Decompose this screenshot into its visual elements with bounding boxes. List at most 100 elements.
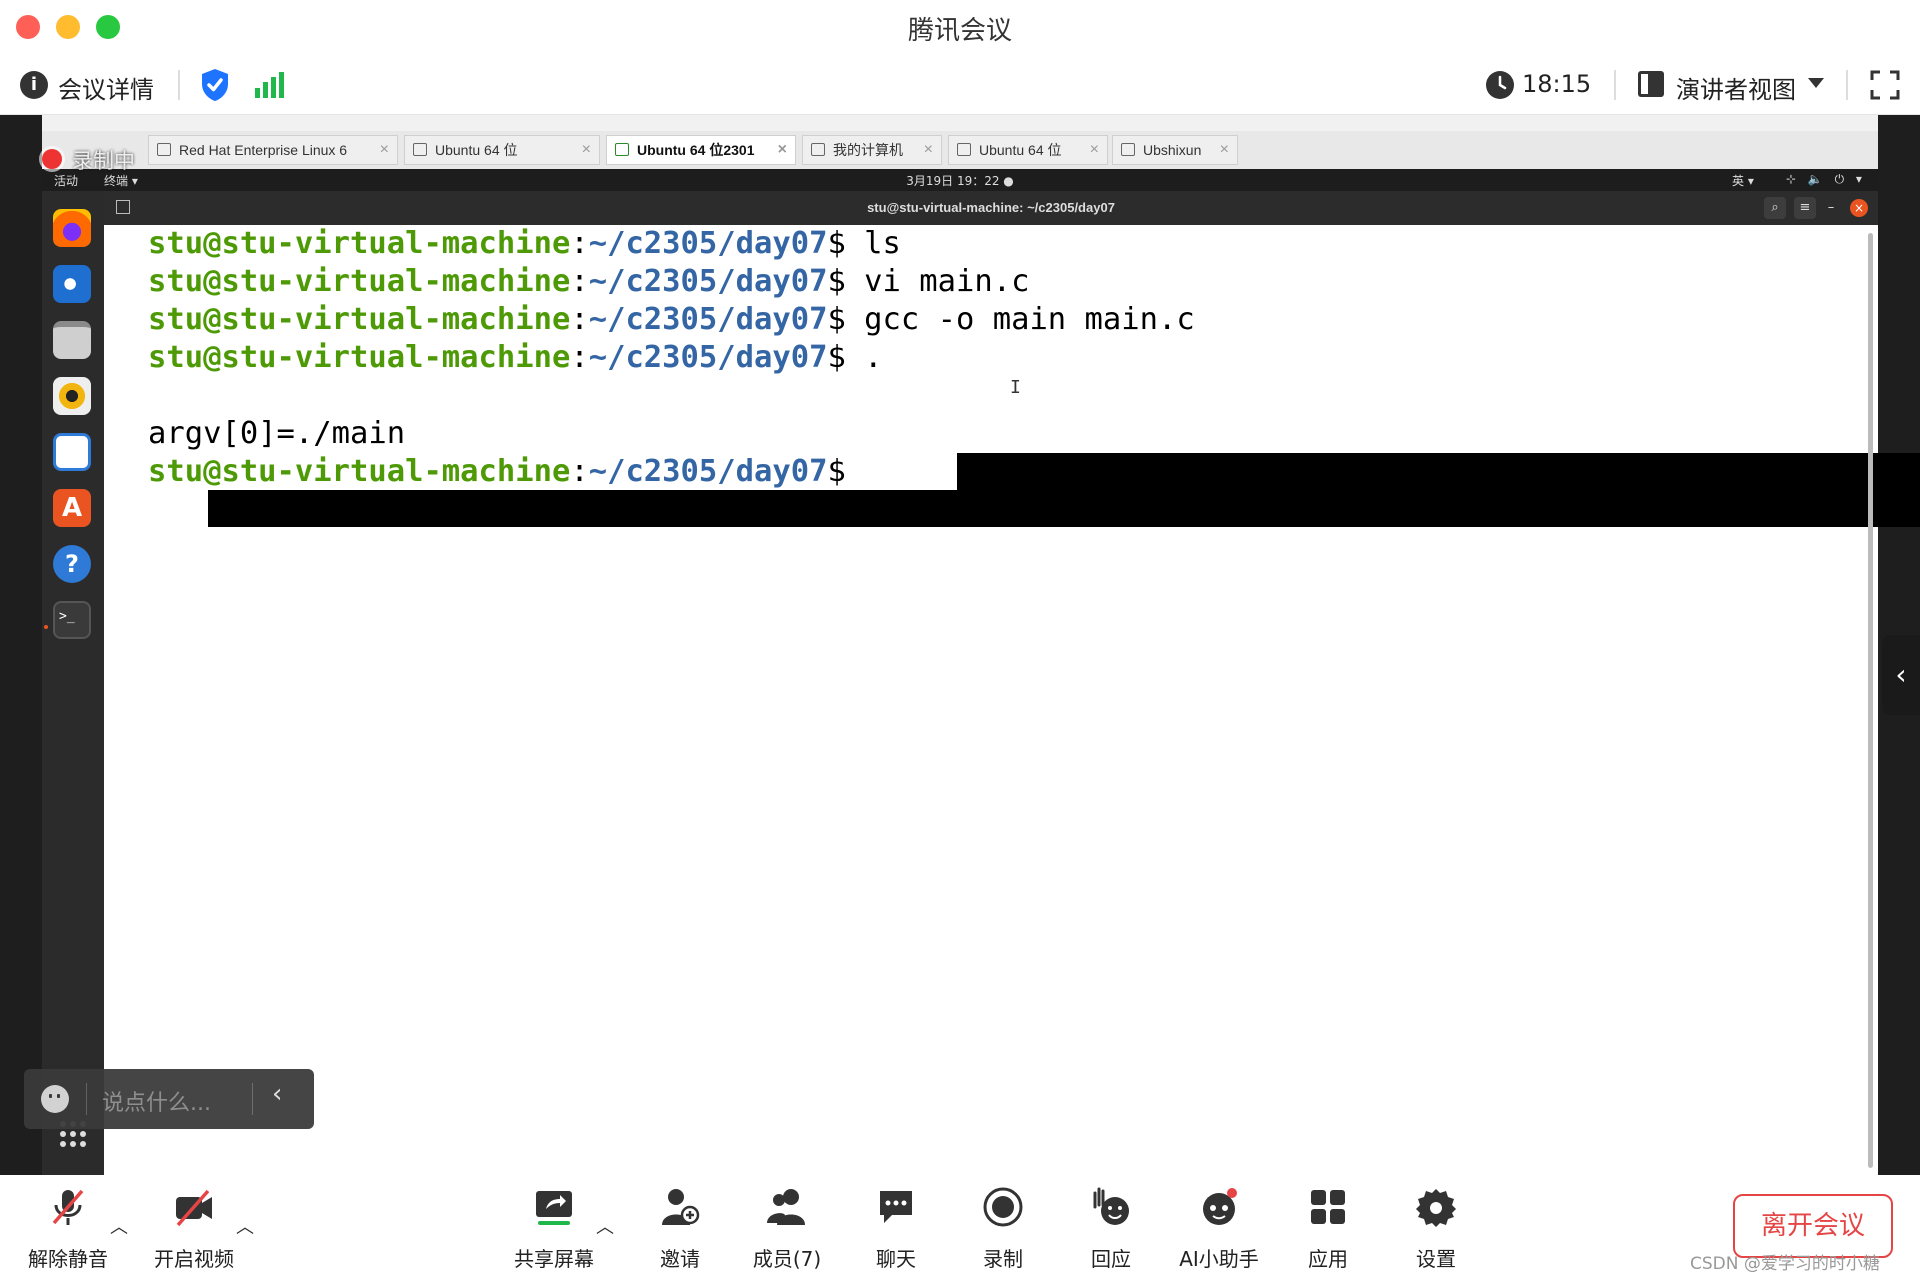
meeting-details-button[interactable]: 会议详情 <box>58 70 154 105</box>
members-button[interactable]: 成员(7) <box>737 1183 837 1275</box>
meeting-bottom-toolbar: 解除静音 ︿ 开启视频 ︿ 共享屏幕 ︿ 邀请 成员(7) 聊天 录制 回应 A… <box>0 1175 1920 1280</box>
firefox-icon[interactable] <box>53 209 91 247</box>
chevron-left-icon[interactable]: ‹ <box>272 1079 282 1109</box>
vm-tab[interactable]: Ubuntu 64 位 × <box>404 135 600 165</box>
apps-button[interactable]: 应用 <box>1278 1183 1378 1275</box>
meeting-top-toolbar: i 会议详情 18:15 演讲者视图 <box>0 56 1920 115</box>
close-icon[interactable]: × <box>582 136 591 164</box>
clock-icon <box>1486 71 1514 99</box>
chevron-up-icon[interactable]: ︿ <box>236 1213 254 1239</box>
share-screen-button[interactable]: 共享屏幕 <box>504 1183 604 1275</box>
text-selection <box>208 490 1920 527</box>
terminal-line: stu@stu-virtual-machine:~/c2305/day07$ .… <box>148 340 975 375</box>
window-title-bar: 腾讯会议 <box>0 0 1920 52</box>
react-button[interactable]: 回应 <box>1061 1183 1161 1275</box>
close-icon[interactable]: × <box>1090 136 1099 164</box>
chat-button[interactable]: 聊天 <box>846 1183 946 1275</box>
divider <box>178 70 180 100</box>
camera-off-icon <box>176 1189 212 1227</box>
start-video-button[interactable]: 开启视频 <box>144 1183 244 1275</box>
ubuntu-top-panel: 活动 终端 ▾ 3月19日 19：22 ● 英 ▾ ⊹ 🔈 ⏻ ▾ <box>42 169 1878 191</box>
vm-tab-label: Ubshixun <box>1143 142 1202 158</box>
microphone-muted-icon <box>52 1189 84 1225</box>
share-screen-icon <box>536 1191 572 1225</box>
vm-tab-active[interactable]: Ubuntu 64 位2301 × <box>606 135 796 165</box>
close-icon[interactable]: × <box>924 136 933 164</box>
vm-tab[interactable]: Red Hat Enterprise Linux 6 × <box>148 135 398 165</box>
chevron-down-icon[interactable] <box>1808 78 1824 88</box>
ai-assistant-icon <box>1203 1188 1237 1225</box>
ai-assistant-button[interactable]: AI小助手 <box>1169 1183 1269 1275</box>
input-method-indicator[interactable]: 英 ▾ <box>1732 172 1754 189</box>
close-icon[interactable]: × <box>1850 199 1868 217</box>
record-button[interactable]: 录制 <box>953 1183 1053 1275</box>
chevron-left-icon: ‹ <box>1895 658 1907 691</box>
raise-hand-emoji-icon <box>1093 1187 1129 1225</box>
vmware-window: Red Hat Enterprise Linux 6 × Ubuntu 64 位… <box>42 115 1920 1175</box>
vm-tab-label: Ubuntu 64 位2301 <box>637 142 755 158</box>
side-panel-toggle[interactable]: ‹ <box>1882 635 1920 715</box>
unmute-button[interactable]: 解除静音 <box>18 1183 118 1275</box>
clock-label[interactable]: 3月19日 19：22 ● <box>42 172 1878 189</box>
vm-tab-bar: Red Hat Enterprise Linux 6 × Ubuntu 64 位… <box>42 131 1878 169</box>
computer-icon <box>811 143 825 156</box>
vm-tab[interactable]: 我的计算机 × <box>802 135 942 165</box>
writer-document-icon[interactable] <box>53 433 91 471</box>
speaker-view-selector[interactable]: 演讲者视图 <box>1676 70 1796 105</box>
terminal-icon[interactable]: >_ <box>53 601 91 639</box>
minimize-icon[interactable]: – <box>1820 197 1842 219</box>
vm-icon <box>1121 143 1135 156</box>
record-icon <box>42 149 62 169</box>
close-icon[interactable]: × <box>778 136 787 164</box>
vm-icon <box>413 143 427 156</box>
rhythmbox-icon[interactable] <box>53 377 91 415</box>
terminal-line: stu@stu-virtual-machine:~/c2305/day07$ g… <box>148 302 1195 337</box>
shield-check-icon[interactable] <box>200 68 230 102</box>
info-icon[interactable]: i <box>20 71 48 99</box>
members-icon <box>767 1189 805 1225</box>
software-center-icon[interactable]: A <box>53 489 91 527</box>
divider <box>1614 70 1616 100</box>
divider <box>252 1083 253 1115</box>
help-icon[interactable]: ? <box>53 545 91 583</box>
close-icon[interactable]: × <box>380 136 389 164</box>
vm-tab-label: Red Hat Enterprise Linux 6 <box>179 142 348 158</box>
invite-button[interactable]: 邀请 <box>630 1183 730 1275</box>
vm-tab-label: Ubuntu 64 位 <box>979 142 1062 158</box>
system-tray-icons[interactable]: ⊹ 🔈 ⏻ ▾ <box>1786 172 1866 187</box>
settings-button[interactable]: 设置 <box>1386 1183 1486 1275</box>
vm-tab[interactable]: Ubshixun × <box>1112 135 1238 165</box>
text-selection <box>957 453 1920 490</box>
chat-input-placeholder[interactable]: 说点什么... <box>102 1085 211 1117</box>
speaker-view-icon[interactable] <box>1638 71 1664 97</box>
search-icon[interactable]: ⌕ <box>1764 197 1786 219</box>
hamburger-menu-icon[interactable]: ≡ <box>1794 197 1816 219</box>
record-icon <box>983 1187 1023 1227</box>
terminal-header-bar: stu@stu-virtual-machine: ~/c2305/day07 ⌕… <box>104 191 1878 225</box>
terminal-output-line: argc=1 <box>148 378 259 413</box>
quick-chat-input[interactable]: 说点什么... ‹ <box>24 1069 314 1129</box>
terminal-line: stu@stu-virtual-machine:~/c2305/day07$ v… <box>148 264 1030 299</box>
running-indicator <box>44 625 48 629</box>
vm-icon <box>957 143 971 156</box>
emoji-icon[interactable] <box>41 1085 69 1113</box>
ubuntu-dock: A ? >_ <box>42 191 104 1175</box>
fullscreen-icon[interactable] <box>1870 70 1900 100</box>
vmware-toolbar <box>42 115 1878 131</box>
network-signal-icon[interactable] <box>254 72 284 98</box>
terminal-output[interactable]: stu@stu-virtual-machine:~/c2305/day07$ l… <box>104 225 1920 1175</box>
thunderbird-icon[interactable] <box>53 265 91 303</box>
vm-tab[interactable]: Ubuntu 64 位 × <box>948 135 1108 165</box>
chevron-up-icon[interactable]: ︿ <box>596 1213 614 1239</box>
vm-icon <box>157 143 171 156</box>
chevron-up-icon[interactable]: ︿ <box>110 1213 128 1239</box>
close-icon[interactable]: × <box>1220 136 1229 164</box>
vm-tab-label: Ubuntu 64 位 <box>435 142 518 158</box>
meeting-clock: 18:15 <box>1522 70 1592 98</box>
chat-bubble-icon <box>880 1191 912 1223</box>
divider <box>86 1083 87 1115</box>
vm-running-icon <box>615 143 629 156</box>
watermark-text: CSDN @爱学习的时小糖 <box>1690 1254 1880 1274</box>
files-icon[interactable] <box>53 321 91 359</box>
terminal-scrollbar[interactable] <box>1868 233 1873 1168</box>
